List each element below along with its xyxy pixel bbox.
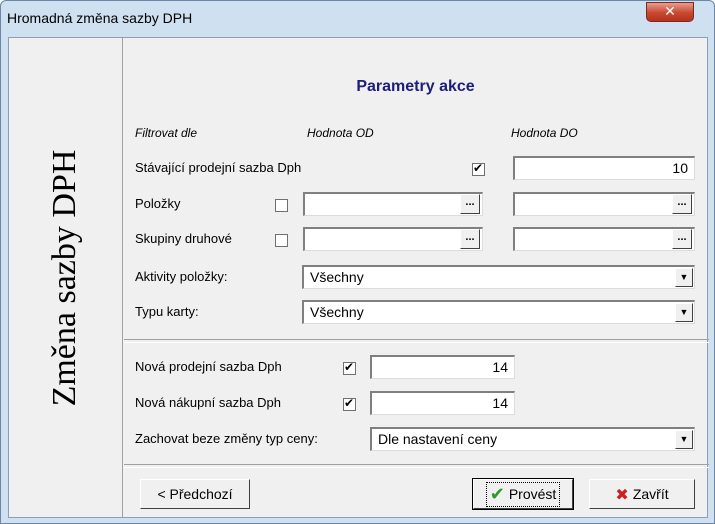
current-rate-checkbox[interactable] <box>472 161 485 176</box>
close-window-button[interactable]: ✕ <box>646 2 694 22</box>
close-button-label: Zavřít <box>632 486 669 502</box>
section-title: Parametry akce <box>356 78 475 95</box>
section-divider <box>124 339 709 343</box>
execute-button-focus: ✔ Provést <box>485 481 561 507</box>
header-filter-by: Filtrovat dle <box>135 126 198 140</box>
window-title: Hromadná změna sazby DPH <box>7 10 193 26</box>
current-rate-to-input[interactable]: 10 <box>513 156 695 180</box>
groups-checkbox[interactable] <box>275 234 288 247</box>
chevron-down-icon[interactable]: ▼ <box>675 268 693 287</box>
groups-to-browse-button[interactable]: ... <box>672 229 692 249</box>
groups-label: Skupiny druhové <box>135 231 232 246</box>
close-button[interactable]: ✖ Zavřít <box>589 479 695 509</box>
card-type-select[interactable]: Všechny ▼ <box>302 300 695 324</box>
close-icon: ✕ <box>664 4 676 20</box>
new-sale-rate-label: Nová prodejní sazba Dph <box>135 359 282 374</box>
header-value-from: Hodnota OD <box>307 126 374 140</box>
chevron-down-icon[interactable]: ▼ <box>675 303 693 322</box>
keep-price-type-value: Dle nastavení ceny <box>378 431 498 447</box>
item-activity-label: Aktivity položky: <box>135 269 228 284</box>
side-banner: Změna sazby DPH <box>9 38 123 517</box>
item-activity-select[interactable]: Všechny ▼ <box>302 265 695 289</box>
items-to-input[interactable] <box>513 192 695 216</box>
previous-button-label: < Předchozí <box>157 486 233 502</box>
title-bar[interactable]: Hromadná změna sazby DPH ✕ <box>1 1 714 37</box>
dialog-window: Hromadná změna sazby DPH ✕ Změna sazby D… <box>0 0 715 524</box>
keep-price-type-label: Zachovat beze změny typ ceny: <box>135 431 318 446</box>
check-icon: ✔ <box>489 483 505 505</box>
items-from-input[interactable] <box>303 192 483 216</box>
execute-button-label: Provést <box>508 486 557 502</box>
groups-from-input[interactable] <box>303 227 483 251</box>
card-type-value: Všechny <box>310 304 364 320</box>
items-from-browse-button[interactable]: ... <box>460 194 480 214</box>
dialog-content: Změna sazby DPH Parametry akce Filtrovat… <box>8 37 709 518</box>
footer-divider <box>124 464 709 468</box>
new-purchase-rate-checkbox[interactable] <box>343 396 356 411</box>
side-title: Změna sazby DPH <box>46 149 83 407</box>
new-purchase-rate-label: Nová nákupní sazba Dph <box>135 395 281 410</box>
items-to-browse-button[interactable]: ... <box>672 194 692 214</box>
card-type-label: Typu karty: <box>135 304 199 319</box>
chevron-down-icon[interactable]: ▼ <box>675 430 693 449</box>
item-activity-value: Všechny <box>310 269 364 285</box>
groups-to-input[interactable] <box>513 227 695 251</box>
items-label: Položky <box>135 196 181 211</box>
groups-from-browse-button[interactable]: ... <box>460 229 480 249</box>
new-sale-rate-checkbox[interactable] <box>343 360 356 375</box>
new-sale-rate-input[interactable]: 14 <box>370 355 515 379</box>
cross-icon: ✖ <box>615 484 629 504</box>
keep-price-type-select[interactable]: Dle nastavení ceny ▼ <box>370 427 695 451</box>
current-rate-label: Stávající prodejní sazba Dph <box>135 160 302 175</box>
header-value-to: Hodnota DO <box>511 126 578 140</box>
execute-button[interactable]: ✔ Provést <box>472 478 574 510</box>
items-checkbox[interactable] <box>275 199 288 212</box>
previous-button[interactable]: < Předchozí <box>140 479 250 509</box>
new-purchase-rate-input[interactable]: 14 <box>370 391 515 415</box>
